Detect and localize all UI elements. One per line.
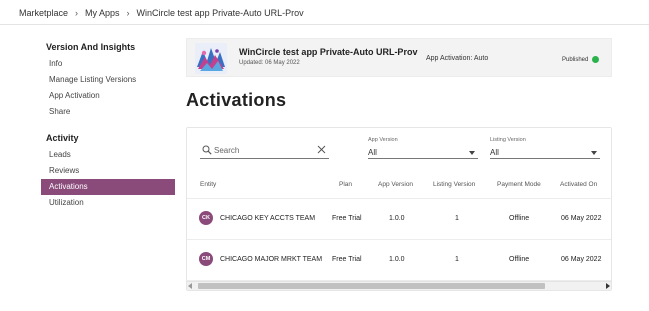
- column-header-app-version[interactable]: App Version: [378, 181, 413, 188]
- entity-name: CHICAGO MAJOR MRKT TEAM: [220, 256, 323, 263]
- entity-name: CHICAGO KEY ACCTS TEAM: [220, 215, 316, 222]
- listing-version-value: All: [490, 148, 499, 157]
- sidebar-item-app-activation[interactable]: App Activation: [41, 88, 175, 104]
- breadcrumb-current-app: WinCircle test app Private-Auto URL-Prov: [136, 8, 304, 18]
- status-label: Published: [562, 56, 589, 63]
- listing-version-value: 1: [455, 215, 459, 222]
- breadcrumb-marketplace[interactable]: Marketplace: [19, 8, 68, 18]
- app-title: WinCircle test app Private-Auto URL-Prov: [239, 47, 418, 57]
- sidebar-heading-version-insights: Version And Insights: [46, 42, 136, 52]
- activated-on-value: 06 May 2022: [561, 256, 602, 263]
- plan-value: Free Trial: [332, 256, 362, 263]
- plan-value: Free Trial: [332, 215, 362, 222]
- scrollbar-thumb[interactable]: [198, 283, 545, 289]
- table-row[interactable]: CK CHICAGO KEY ACCTS TEAM Free Trial 1.0…: [187, 199, 611, 240]
- listing-version-value: 1: [455, 256, 459, 263]
- app-version-value: All: [368, 148, 377, 157]
- sidebar-item-reviews[interactable]: Reviews: [41, 163, 175, 179]
- status-badge: Published: [562, 56, 600, 63]
- app-summary-card: WinCircle test app Private-Auto URL-Prov…: [186, 38, 612, 77]
- status-dot-icon: [592, 56, 600, 63]
- column-header-activated-on[interactable]: Activated On: [560, 181, 597, 188]
- app-version-value: 1.0.0: [389, 215, 405, 222]
- avatar: CM: [199, 252, 213, 266]
- sidebar-item-activations[interactable]: Activations: [41, 179, 175, 195]
- app-logo-icon: [195, 43, 227, 74]
- column-header-payment-mode[interactable]: Payment Mode: [497, 181, 541, 188]
- sidebar-item-utilization[interactable]: Utilization: [41, 195, 175, 211]
- chevron-down-icon: [591, 151, 597, 155]
- activated-on-value: 06 May 2022: [561, 215, 602, 222]
- header-divider: [0, 24, 649, 25]
- scroll-right-arrow-icon[interactable]: [606, 283, 610, 289]
- app-version-value: 1.0.0: [389, 256, 405, 263]
- app-updated-date: Updated: 06 May 2022: [239, 60, 300, 66]
- scroll-left-arrow-icon[interactable]: [188, 283, 192, 289]
- listing-version-select[interactable]: Listing Version All: [490, 137, 600, 159]
- close-icon[interactable]: [317, 145, 326, 154]
- search-field: [200, 142, 329, 159]
- horizontal-scrollbar[interactable]: [187, 281, 611, 290]
- page-title: Activations: [186, 90, 287, 110]
- app-version-label: App Version: [368, 137, 398, 143]
- search-input[interactable]: [214, 143, 314, 157]
- column-header-entity[interactable]: Entity: [200, 181, 216, 188]
- breadcrumb-separator-icon: ›: [75, 8, 79, 18]
- search-icon: [202, 145, 212, 155]
- breadcrumb-separator-icon: ›: [126, 8, 130, 18]
- sidebar-heading-activity: Activity: [46, 133, 79, 143]
- payment-mode-value: Offline: [509, 215, 530, 222]
- payment-mode-value: Offline: [509, 256, 530, 263]
- app-version-select[interactable]: App Version All: [368, 137, 478, 159]
- chevron-down-icon: [469, 151, 475, 155]
- app-activation-mode: App Activation: Auto: [426, 55, 489, 62]
- activations-table-card: App Version All Listing Version All Enti…: [186, 127, 612, 291]
- sidebar-item-info[interactable]: Info: [41, 56, 175, 72]
- sidebar-item-share[interactable]: Share: [41, 104, 175, 120]
- column-header-listing-version[interactable]: Listing Version: [433, 181, 475, 188]
- sidebar-item-manage-listing-versions[interactable]: Manage Listing Versions: [41, 72, 175, 88]
- table-row[interactable]: CM CHICAGO MAJOR MRKT TEAM Free Trial 1.…: [187, 240, 611, 281]
- breadcrumb: Marketplace › My Apps › WinCircle test a…: [19, 8, 304, 18]
- sidebar: Version And Insights Info Manage Listing…: [41, 41, 175, 211]
- breadcrumb-my-apps[interactable]: My Apps: [85, 8, 120, 18]
- column-header-plan[interactable]: Plan: [339, 181, 352, 188]
- listing-version-label: Listing Version: [490, 137, 526, 143]
- sidebar-item-leads[interactable]: Leads: [41, 147, 175, 163]
- avatar: CK: [199, 211, 213, 225]
